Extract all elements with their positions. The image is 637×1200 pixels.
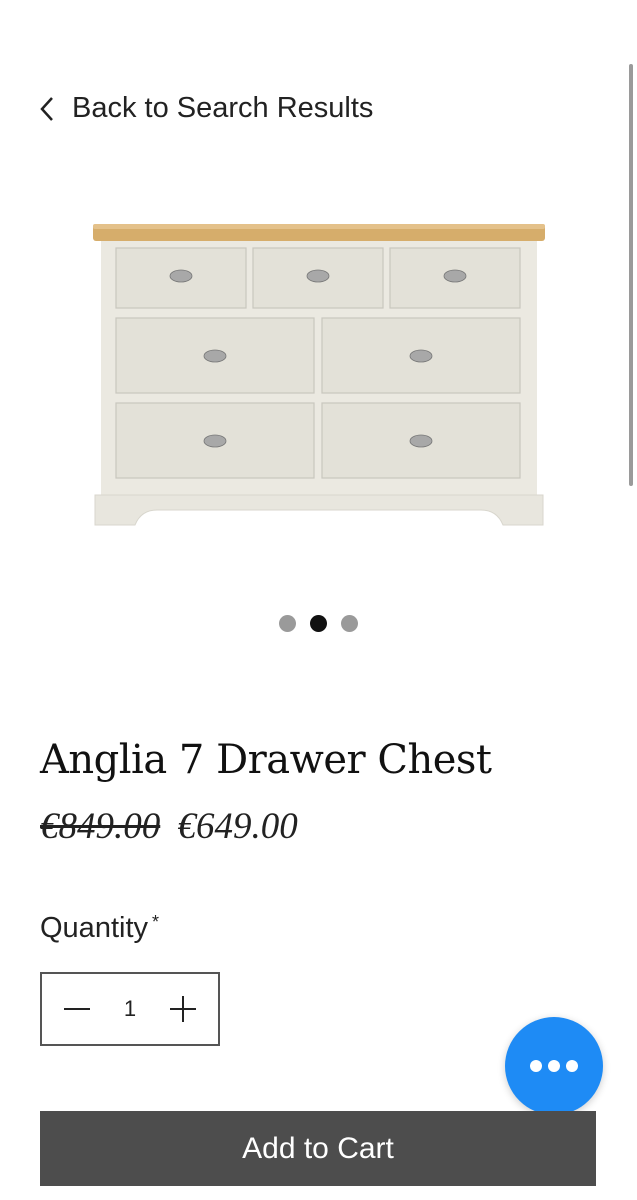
- quantity-stepper: 1: [40, 972, 220, 1046]
- increase-quantity-button[interactable]: [148, 974, 218, 1044]
- carousel-dots: [0, 615, 637, 632]
- sale-price: €649.00: [177, 806, 298, 847]
- chat-menu-button[interactable]: [505, 1017, 603, 1115]
- decrease-quantity-button[interactable]: [42, 974, 112, 1044]
- quantity-label-text: Quantity: [40, 912, 148, 944]
- quantity-label: Quantity *: [40, 912, 159, 945]
- more-dots-icon: [566, 1060, 578, 1072]
- carousel-dot-1[interactable]: [279, 615, 296, 632]
- back-link-label: Back to Search Results: [72, 92, 374, 124]
- back-to-search-link[interactable]: Back to Search Results: [38, 92, 373, 125]
- product-title: Anglia 7 Drawer Chest: [40, 737, 492, 783]
- original-price: €849.00: [40, 806, 161, 847]
- more-dots-icon: [530, 1060, 542, 1072]
- plus-icon: [170, 996, 196, 1022]
- scrollbar[interactable]: [629, 64, 633, 486]
- add-to-cart-button[interactable]: Add to Cart: [40, 1111, 596, 1186]
- carousel-dot-3[interactable]: [341, 615, 358, 632]
- more-dots-icon: [548, 1060, 560, 1072]
- required-mark: *: [152, 912, 160, 932]
- product-image[interactable]: [85, 210, 555, 540]
- carousel-dot-2[interactable]: [310, 615, 327, 632]
- price-block: €849.00 €649.00: [40, 805, 298, 848]
- minus-icon: [64, 1008, 90, 1010]
- chevron-left-icon: [40, 96, 53, 121]
- quantity-input[interactable]: 1: [115, 996, 145, 1022]
